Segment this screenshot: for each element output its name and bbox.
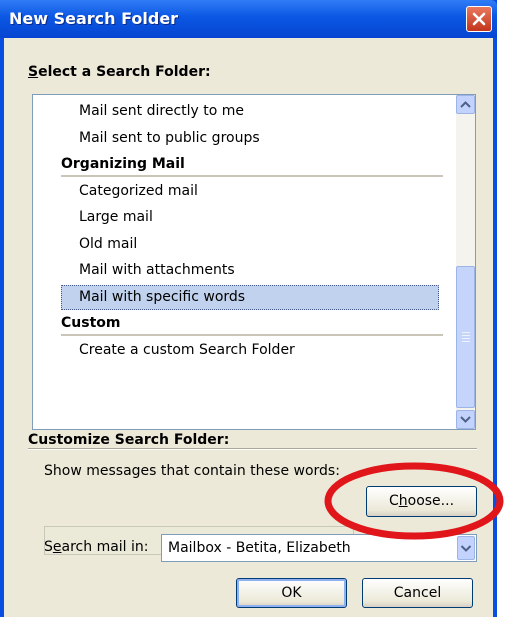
dropdown-button[interactable] [457,536,475,560]
search-mail-in-label: Search mail in: [44,539,149,555]
list-item-label: Organizing Mail [61,156,185,172]
list-item-label: Custom [61,315,121,331]
list-group-header: Custom [33,310,453,337]
list-item[interactable]: Large mail [33,204,453,231]
list-item[interactable]: Categorized mail [33,178,453,205]
list-item-label: Mail sent to public groups [79,129,260,146]
select-search-folder-label: Select a Search Folder: [28,64,211,80]
close-icon [472,12,486,26]
chevron-down-icon [460,545,472,552]
search-mail-in-dropdown[interactable]: Mailbox - Betita, Elizabeth [161,534,477,562]
list-item[interactable]: Create a custom Search Folder [33,337,453,364]
scroll-thumb[interactable] [456,266,475,408]
list-item-label: Categorized mail [79,182,198,199]
search-mail-in-value: Mailbox - Betita, Elizabeth [168,540,351,556]
ok-button[interactable]: OK [236,578,347,608]
list-item-label: Large mail [79,209,153,225]
list-item[interactable]: Mail with attachments [33,257,453,284]
customize-search-folder-label: Customize Search Folder: [28,432,230,448]
close-button[interactable] [466,6,492,32]
dialog-body: Select a Search Folder: Mail sent direct… [4,38,493,617]
scroll-down-button[interactable] [456,410,475,429]
choose-button[interactable]: Choose... [366,486,477,517]
list-item[interactable]: Old mail [33,231,453,258]
list-item-label: Mail sent directly to me [79,103,245,119]
chevron-up-icon [460,101,471,108]
title-bar[interactable]: New Search Folder [0,0,497,38]
window-title: New Search Folder [9,9,179,28]
words-label: Show messages that contain these words: [44,463,340,479]
list-item-label: Mail with attachments [79,262,235,278]
chevron-down-icon [460,416,471,423]
list-group-header: Organizing Mail [33,151,453,178]
section-divider [28,448,477,450]
list-item-label: Create a custom Search Folder [79,341,295,358]
list-item-label: Old mail [79,235,138,252]
dialog-window: New Search Folder Select a Search Folder… [0,0,497,617]
scroll-up-button[interactable] [456,95,475,114]
cancel-button[interactable]: Cancel [362,578,473,608]
search-folder-list[interactable]: Mail sent directly to me Mail sent to pub… [32,94,476,430]
list-item[interactable]: Mail sent directly to me [33,98,453,125]
list-item[interactable]: Mail sent to public groups [33,125,453,152]
list-item-label: Mail with specific words [79,288,246,305]
list-item[interactable]: Mail with specific words [33,284,453,311]
list-scrollbar[interactable] [456,95,475,429]
